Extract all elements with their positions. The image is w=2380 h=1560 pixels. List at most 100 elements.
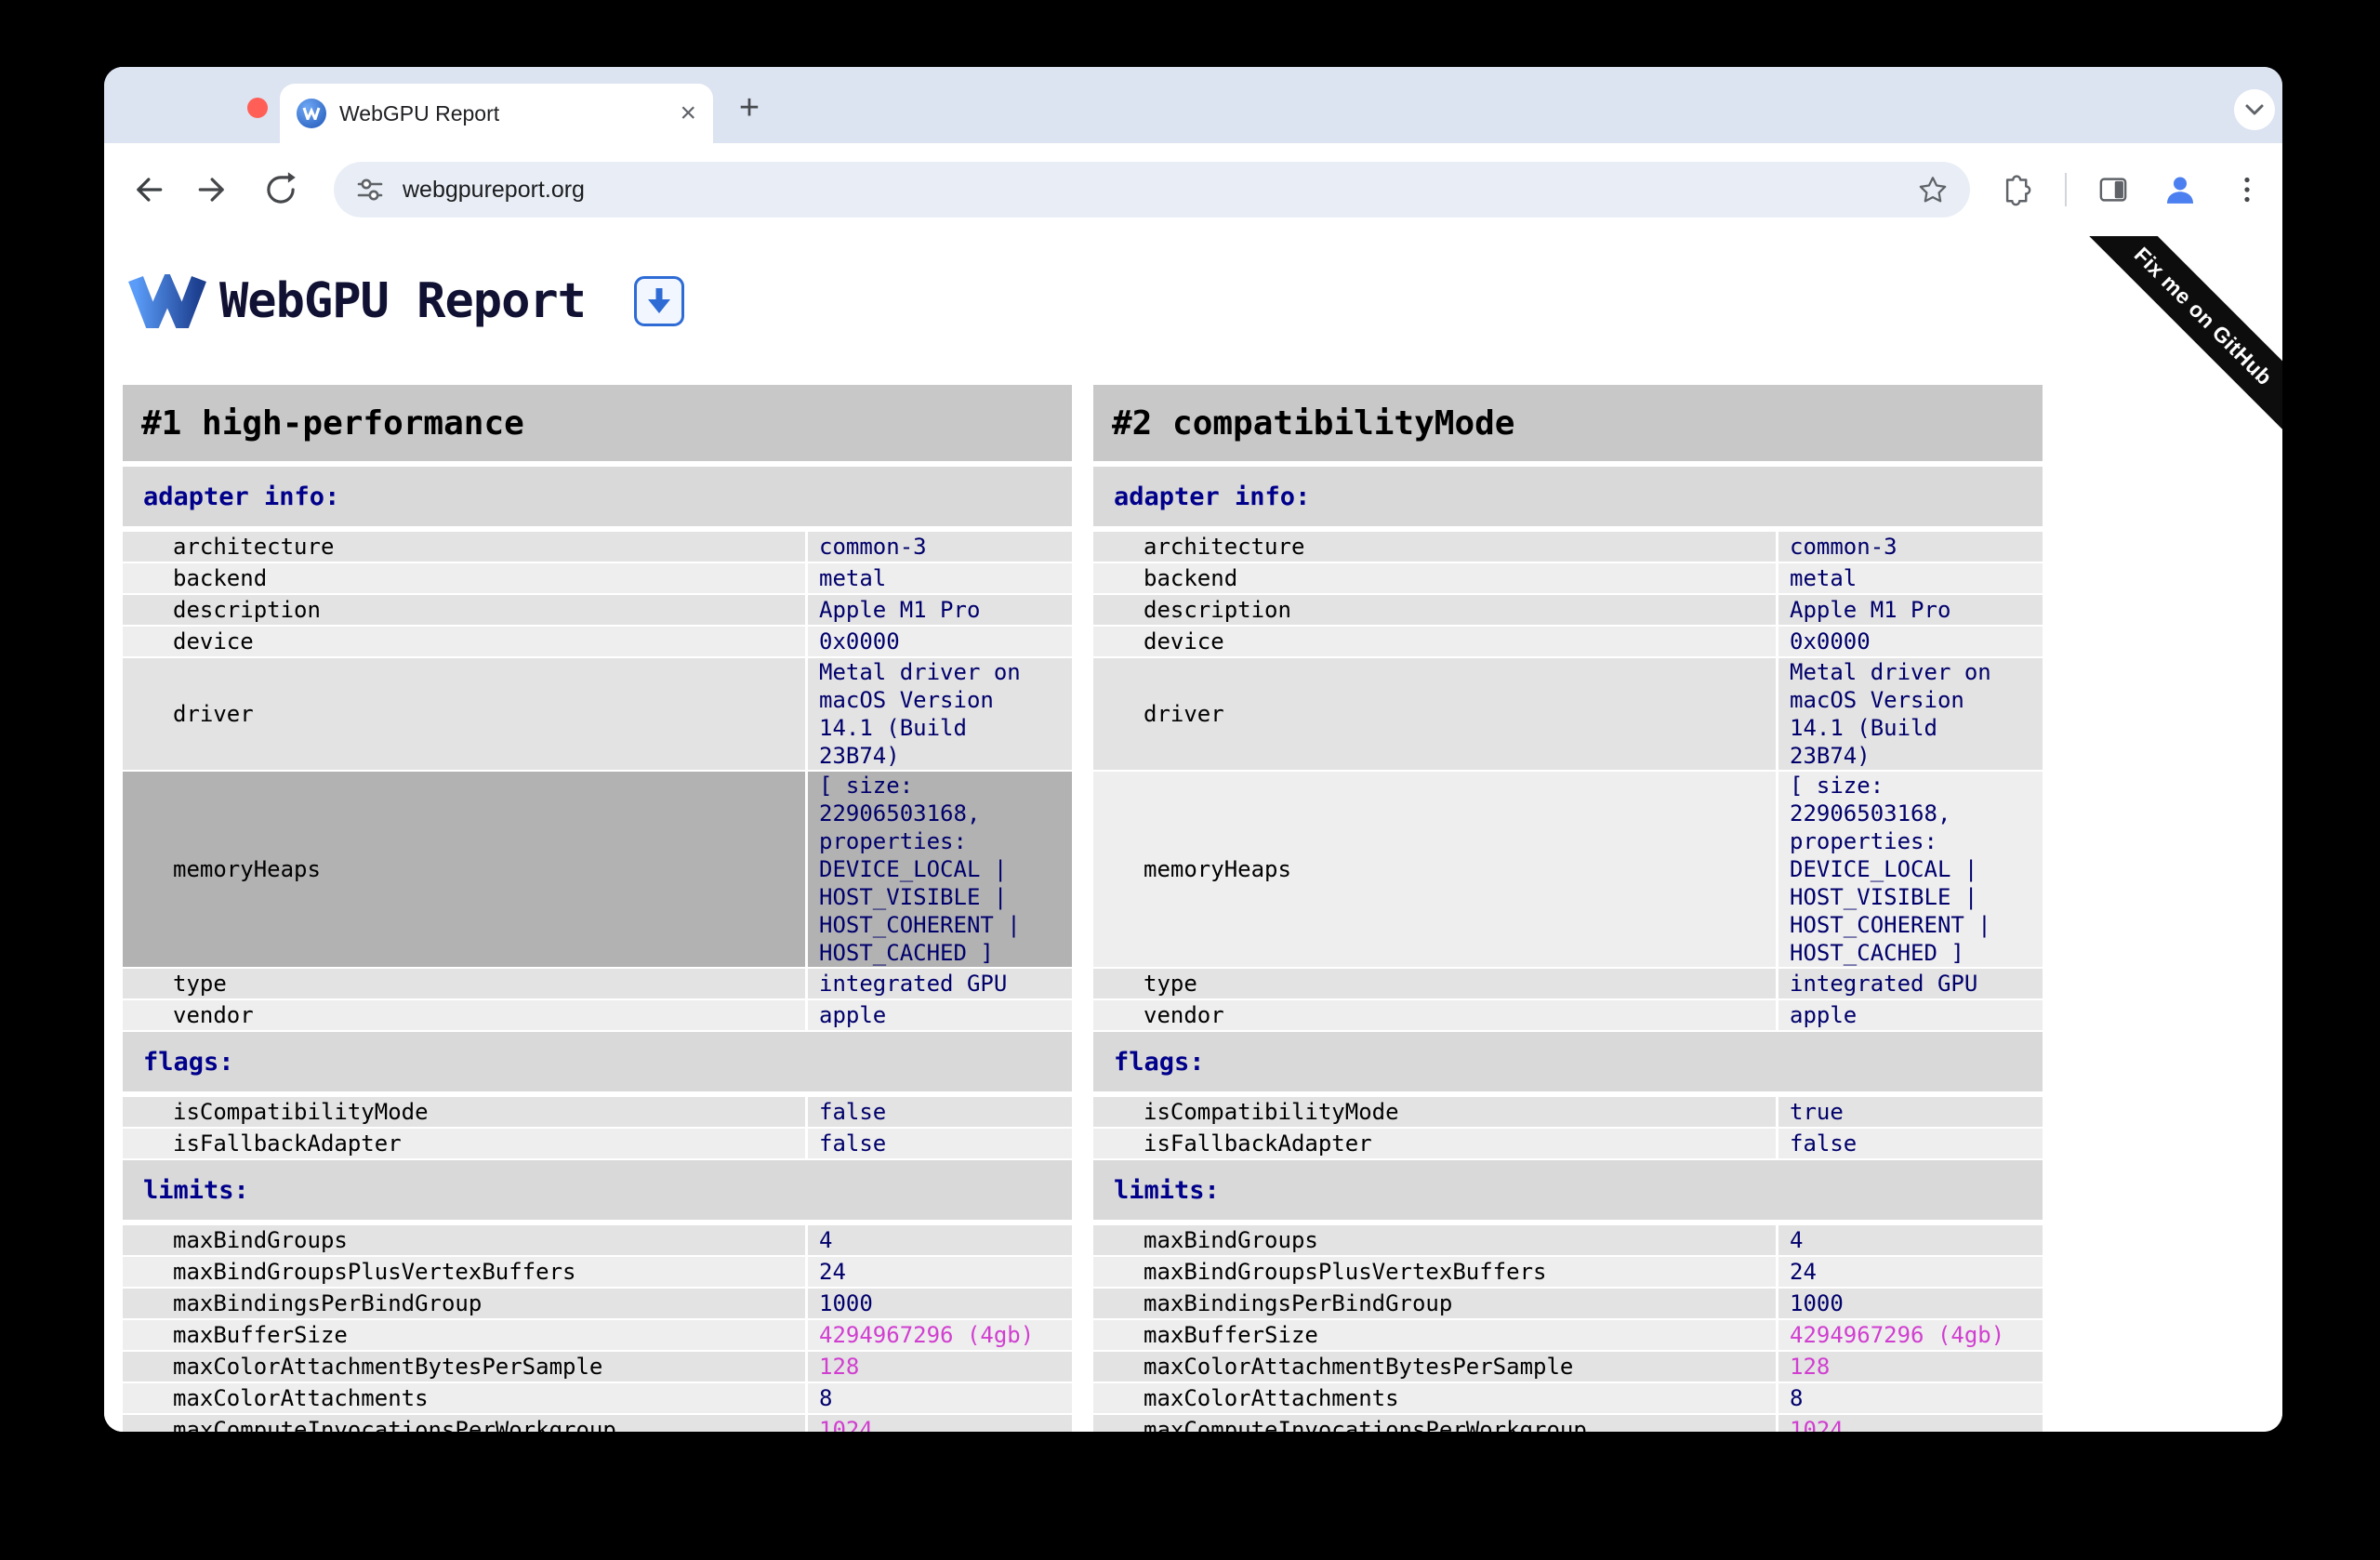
table-row: maxBindGroupsPlusVertexBuffers 24 bbox=[1093, 1257, 2043, 1287]
reload-button[interactable] bbox=[255, 164, 307, 216]
browser-toolbar: webgpureport.org bbox=[104, 143, 2282, 236]
extensions-puzzle-icon bbox=[2005, 175, 2031, 206]
tab-list-chevron-button[interactable] bbox=[2234, 89, 2275, 130]
side-panel-icon bbox=[2099, 178, 2127, 202]
row-value: 4294967296 (4gb) bbox=[808, 1320, 1072, 1350]
row-value: false bbox=[808, 1097, 1072, 1127]
column-title: #2 compatibilityMode bbox=[1093, 385, 2043, 461]
url-text[interactable]: webgpureport.org bbox=[403, 177, 1916, 204]
row-key: maxColorAttachmentBytesPerSample bbox=[1093, 1352, 1776, 1382]
table-row: isCompatibilityMode false bbox=[123, 1097, 1072, 1127]
row-value: true bbox=[1778, 1097, 2043, 1127]
section-rows: maxBindGroups 4 maxBindGroupsPlusVertexBuf… bbox=[1093, 1225, 2043, 1432]
row-value: 1000 bbox=[808, 1289, 1072, 1318]
table-row: maxColorAttachmentBytesPerSample 128 bbox=[1093, 1352, 2043, 1382]
row-key: vendor bbox=[1093, 1000, 1776, 1030]
row-key: maxColorAttachments bbox=[1093, 1383, 1776, 1413]
side-panel-button[interactable] bbox=[2087, 164, 2139, 216]
row-value: Metal driver on macOS Version 14.1 (Buil… bbox=[808, 658, 1072, 770]
row-key: memoryHeaps bbox=[123, 772, 805, 967]
row-value: 1024 bbox=[1778, 1415, 2043, 1432]
row-key: vendor bbox=[123, 1000, 805, 1030]
column-title: #1 high-performance bbox=[123, 385, 1072, 461]
row-value: metal bbox=[808, 563, 1072, 593]
section-header: flags: bbox=[123, 1032, 1072, 1091]
table-row: memoryHeaps[ size: 22906503168, properti… bbox=[123, 772, 1072, 967]
webgpu-logo bbox=[128, 274, 206, 328]
table-row: architecture common-3 bbox=[1093, 532, 2043, 562]
table-row: backend metal bbox=[1093, 563, 2043, 593]
table-row: maxBufferSize 4294967296 (4gb) bbox=[1093, 1320, 2043, 1350]
section-header: adapter info: bbox=[123, 467, 1072, 526]
row-value: 24 bbox=[808, 1257, 1072, 1287]
row-key: device bbox=[123, 627, 805, 656]
row-key: isFallbackAdapter bbox=[123, 1129, 805, 1158]
page-header: WebGPU Report bbox=[128, 271, 684, 331]
forward-arrow-icon bbox=[198, 178, 224, 202]
bookmark-star-icon[interactable] bbox=[1916, 173, 1950, 206]
table-row: description Apple M1 Pro bbox=[1093, 595, 2043, 625]
table-row: maxColorAttachments 8 bbox=[1093, 1383, 2043, 1413]
table-row: isCompatibilityMode true bbox=[1093, 1097, 2043, 1127]
row-key: description bbox=[123, 595, 805, 625]
three-dots-menu-icon bbox=[2244, 177, 2250, 203]
desktop-background: WebGPU Report × + webgpureport.org Fix m… bbox=[0, 0, 2380, 1560]
section-rows: architecture common-3 backend metal descript… bbox=[1093, 532, 2043, 1030]
row-value: integrated GPU bbox=[1778, 969, 2043, 998]
row-key: maxBindingsPerBindGroup bbox=[123, 1289, 805, 1318]
row-key: type bbox=[1093, 969, 1776, 998]
table-row: type integrated GPU bbox=[123, 969, 1072, 998]
favicon-w-mark bbox=[302, 107, 321, 120]
back-arrow-icon bbox=[137, 178, 163, 202]
url-bar[interactable]: webgpureport.org bbox=[334, 162, 1970, 218]
row-value: 4 bbox=[808, 1225, 1072, 1255]
browser-menu-button[interactable] bbox=[2221, 164, 2273, 216]
row-key: backend bbox=[123, 563, 805, 593]
table-row: isFallbackAdapter false bbox=[123, 1129, 1072, 1158]
row-key: maxColorAttachmentBytesPerSample bbox=[123, 1352, 805, 1382]
row-key: description bbox=[1093, 595, 1776, 625]
download-button[interactable] bbox=[634, 276, 684, 326]
row-value: Metal driver on macOS Version 14.1 (Buil… bbox=[1778, 658, 2043, 770]
forward-button[interactable] bbox=[188, 164, 240, 216]
table-row: architecture common-3 bbox=[123, 532, 1072, 562]
table-row: maxColorAttachmentBytesPerSample 128 bbox=[123, 1352, 1072, 1382]
section-rows: architecture common-3 backend metal descript… bbox=[123, 532, 1072, 1030]
row-value: false bbox=[1778, 1129, 2043, 1158]
table-row: driver Metal driver on macOS Version 14.1… bbox=[123, 658, 1072, 770]
row-key: maxBufferSize bbox=[1093, 1320, 1776, 1350]
row-value: 1000 bbox=[1778, 1289, 2043, 1318]
row-key: isFallbackAdapter bbox=[1093, 1129, 1776, 1158]
table-row: maxComputeInvocationsPerWorkgroup 1024 bbox=[1093, 1415, 2043, 1432]
row-key: driver bbox=[123, 658, 805, 770]
row-value: 128 bbox=[1778, 1352, 2043, 1382]
table-row: maxBindGroupsPlusVertexBuffers 24 bbox=[123, 1257, 1072, 1287]
site-settings-icon bbox=[357, 178, 383, 201]
profile-button[interactable] bbox=[2154, 164, 2206, 216]
close-window-button[interactable] bbox=[247, 98, 268, 118]
extensions-button[interactable] bbox=[1989, 164, 2041, 216]
row-value: metal bbox=[1778, 563, 2043, 593]
page-content: Fix me on GitHub WebGPU Report #1 high-p… bbox=[104, 236, 2282, 1432]
row-value: [ size: 22906503168, properties: DEVICE_… bbox=[1778, 772, 2043, 967]
tab-close-icon[interactable]: × bbox=[680, 99, 696, 127]
browser-tab[interactable]: WebGPU Report × bbox=[280, 84, 713, 143]
row-value: 24 bbox=[1778, 1257, 2043, 1287]
row-key: architecture bbox=[123, 532, 805, 562]
row-value: common-3 bbox=[1778, 532, 2043, 562]
row-key: maxBindGroupsPlusVertexBuffers bbox=[123, 1257, 805, 1287]
new-tab-button[interactable]: + bbox=[729, 87, 770, 128]
table-row: maxComputeInvocationsPerWorkgroup 1024 bbox=[123, 1415, 1072, 1432]
row-key: device bbox=[1093, 627, 1776, 656]
row-key: architecture bbox=[1093, 532, 1776, 562]
row-key: isCompatibilityMode bbox=[1093, 1097, 1776, 1127]
row-value: [ size: 22906503168, properties: DEVICE_… bbox=[808, 772, 1072, 967]
row-key: maxBindGroups bbox=[123, 1225, 805, 1255]
table-row: maxColorAttachments 8 bbox=[123, 1383, 1072, 1413]
table-row: vendor apple bbox=[1093, 1000, 2043, 1030]
row-key: maxComputeInvocationsPerWorkgroup bbox=[123, 1415, 805, 1432]
tab-strip: WebGPU Report × + bbox=[104, 67, 2282, 143]
back-button[interactable] bbox=[121, 164, 173, 216]
row-value: false bbox=[808, 1129, 1072, 1158]
section-header: adapter info: bbox=[1093, 467, 2043, 526]
